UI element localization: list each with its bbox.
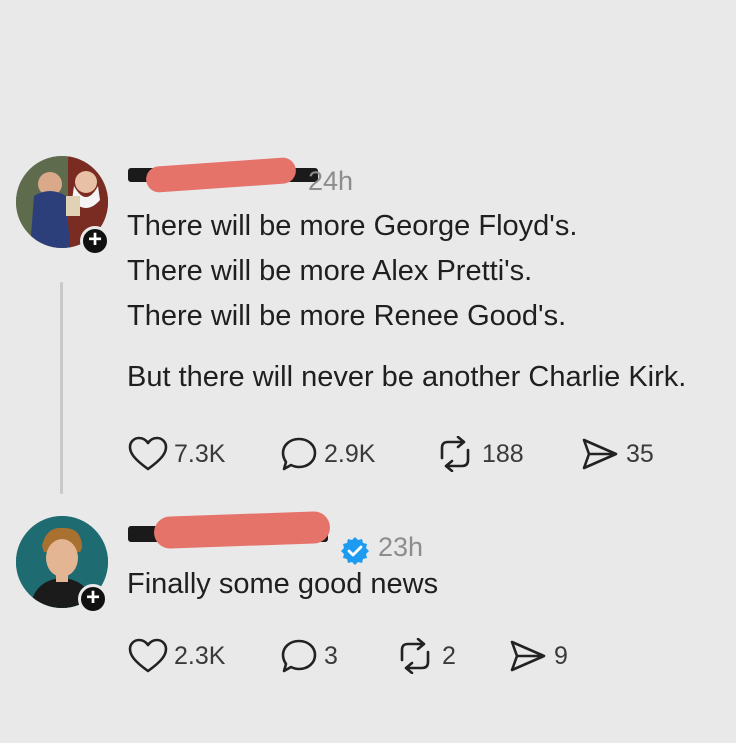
repost-count: 2 bbox=[442, 641, 456, 670]
redacted-username-red bbox=[145, 156, 297, 194]
repost-icon bbox=[400, 638, 430, 674]
post-line: There will be more Renee Good's. bbox=[127, 300, 567, 332]
comment-icon bbox=[281, 639, 317, 673]
share-count: 35 bbox=[626, 439, 654, 468]
share-button[interactable]: 35 bbox=[580, 436, 654, 472]
thread-connector-line bbox=[60, 282, 63, 494]
post-timestamp: 23h bbox=[378, 532, 424, 562]
send-icon bbox=[582, 438, 618, 470]
like-count: 7.3K bbox=[174, 439, 226, 468]
send-icon bbox=[510, 640, 546, 672]
reply-button[interactable]: 3 bbox=[280, 638, 338, 674]
post-line: But there will never be another Charlie … bbox=[127, 361, 687, 393]
post-line: There will be more George Floyd's. bbox=[127, 210, 578, 242]
share-count: 9 bbox=[554, 641, 568, 670]
repost-count: 188 bbox=[482, 439, 524, 468]
heart-icon bbox=[128, 436, 168, 471]
repost-button[interactable]: 188 bbox=[434, 436, 524, 472]
comment-icon bbox=[281, 437, 317, 471]
like-button[interactable]: 7.3K bbox=[128, 436, 225, 472]
follow-plus-icon[interactable]: + bbox=[78, 584, 108, 614]
post-line: There will be more Alex Pretti's. bbox=[127, 255, 533, 287]
repost-icon bbox=[440, 436, 470, 472]
reply-button[interactable]: 2.9K bbox=[280, 436, 375, 472]
like-count: 2.3K bbox=[174, 641, 226, 670]
like-button[interactable]: 2.3K bbox=[128, 638, 225, 674]
follow-plus-icon[interactable]: + bbox=[80, 226, 110, 256]
post-text: Finally some good news bbox=[127, 562, 438, 607]
post-text: There will be more George Floyd's. There… bbox=[127, 204, 686, 400]
heart-icon bbox=[128, 638, 168, 673]
reply-count: 3 bbox=[324, 641, 338, 670]
post-timestamp: 24h bbox=[308, 166, 354, 196]
reply-count: 2.9K bbox=[324, 439, 376, 468]
post-line: Finally some good news bbox=[127, 568, 439, 600]
share-button[interactable]: 9 bbox=[508, 638, 568, 674]
repost-button[interactable]: 2 bbox=[394, 638, 456, 674]
redacted-username-red bbox=[153, 510, 331, 550]
